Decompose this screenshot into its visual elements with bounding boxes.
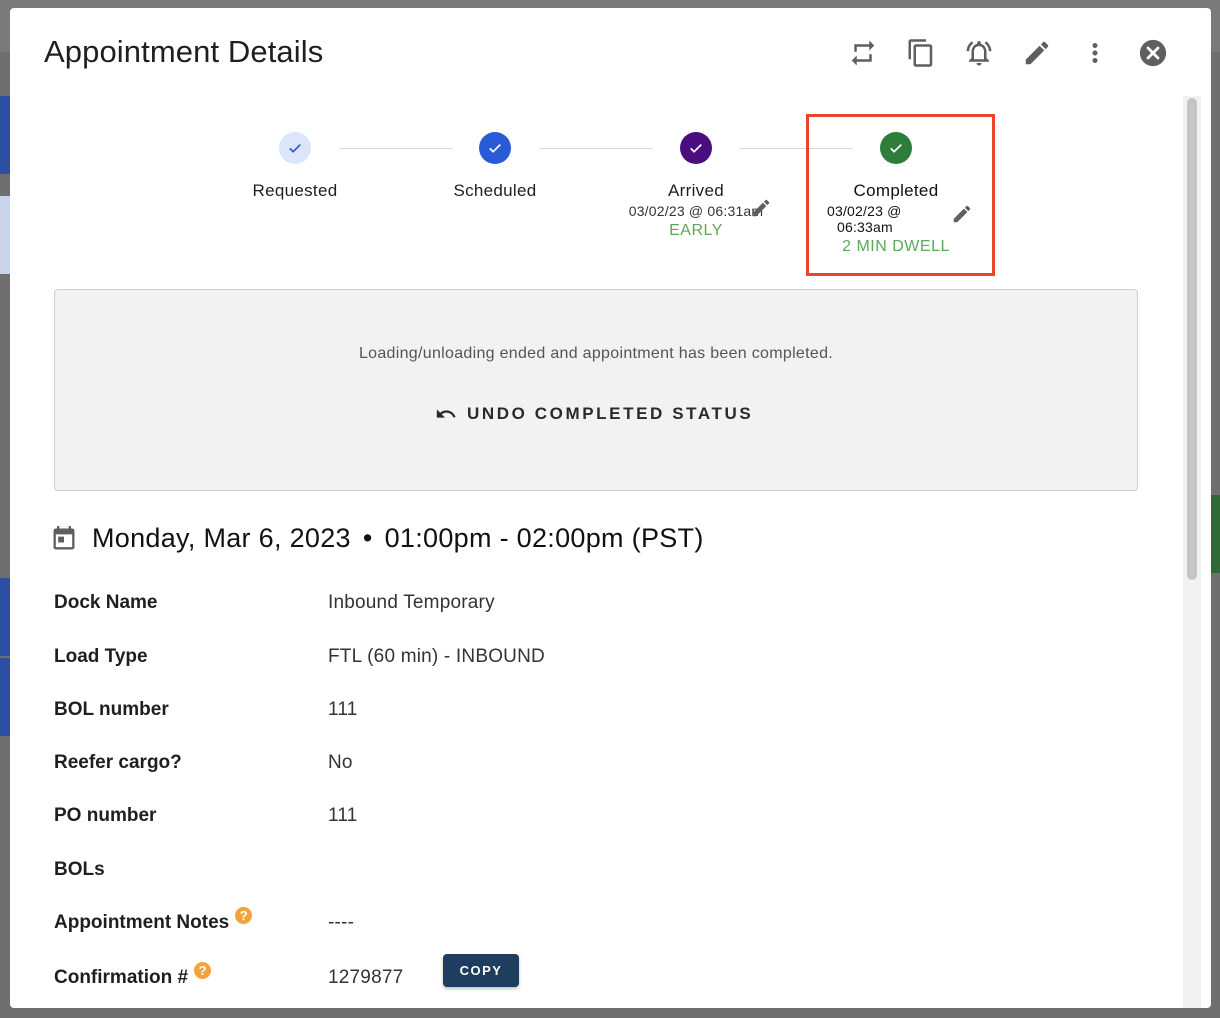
notification-bell-icon bbox=[966, 41, 992, 66]
step-arrived[interactable]: Arrived 03/02/23 @ 06:31am EARLY bbox=[591, 132, 801, 240]
detail-row-confirmation-number: Confirmation #? 1279877 COPY bbox=[54, 954, 1134, 997]
help-icon[interactable]: ? bbox=[235, 907, 253, 924]
detail-label: Confirmation # bbox=[54, 967, 189, 988]
notifications-button[interactable] bbox=[961, 35, 997, 71]
detail-value: FTL (60 min) - INBOUND bbox=[328, 646, 545, 667]
detail-row-po-number: PO number 111 bbox=[54, 805, 1134, 835]
detail-value: No bbox=[328, 752, 353, 773]
vertical-scrollbar[interactable] bbox=[1183, 96, 1201, 1008]
scrollbar-thumb[interactable] bbox=[1187, 98, 1197, 580]
more-vert-icon bbox=[1092, 43, 1098, 63]
duplicate-icon bbox=[908, 39, 933, 67]
help-icon[interactable]: ? bbox=[194, 962, 212, 979]
detail-row-appointment-notes: Appointment Notes? ---- bbox=[54, 907, 1134, 942]
completed-status-banner: Loading/unloading ended and appointment … bbox=[54, 289, 1138, 491]
check-icon bbox=[680, 132, 712, 164]
detail-row-reefer-cargo: Reefer cargo? No bbox=[54, 752, 1134, 782]
detail-label-wrap: Appointment Notes? bbox=[54, 907, 253, 934]
appointment-details-modal: Appointment Details Requested Scheduled … bbox=[10, 8, 1211, 1008]
datetime-separator: • bbox=[362, 523, 373, 553]
detail-value: 111 bbox=[328, 699, 358, 720]
check-icon bbox=[279, 132, 311, 164]
step-scheduled[interactable]: Scheduled bbox=[435, 132, 555, 201]
detail-row-load-type: Load Type FTL (60 min) - INBOUND bbox=[54, 646, 1134, 676]
reschedule-button[interactable] bbox=[845, 35, 881, 71]
detail-row-bols: BOLs bbox=[54, 859, 1134, 889]
detail-label: Load Type bbox=[54, 646, 148, 667]
appointment-time: 01:00pm - 02:00pm (PST) bbox=[384, 523, 704, 553]
step-label: Requested bbox=[252, 181, 338, 200]
completed-message: Loading/unloading ended and appointment … bbox=[358, 345, 834, 362]
detail-value: ---- bbox=[328, 912, 355, 933]
arrived-early-tag: EARLY bbox=[669, 222, 723, 239]
check-icon bbox=[479, 132, 511, 164]
detail-label: Appointment Notes bbox=[54, 912, 230, 933]
pencil-icon bbox=[752, 199, 770, 217]
edit-button[interactable] bbox=[1019, 35, 1055, 71]
background-event-block bbox=[1210, 495, 1220, 573]
detail-label: Dock Name bbox=[54, 592, 158, 613]
detail-value: 1279877 bbox=[328, 967, 404, 988]
detail-label: PO number bbox=[54, 805, 157, 826]
calendar-icon bbox=[53, 525, 75, 549]
close-circle-icon bbox=[1139, 39, 1167, 67]
detail-row-dock-name: Dock Name Inbound Temporary bbox=[54, 592, 1134, 622]
detail-value: Inbound Temporary bbox=[328, 592, 495, 613]
detail-label-wrap: Confirmation #? bbox=[54, 962, 212, 989]
edit-pencil-icon bbox=[1025, 41, 1049, 65]
highlight-annotation-box bbox=[806, 114, 995, 276]
detail-label: BOL number bbox=[54, 699, 169, 720]
modal-header-actions bbox=[823, 35, 1171, 71]
detail-label: Reefer cargo? bbox=[54, 752, 182, 773]
detail-label: BOLs bbox=[54, 859, 105, 880]
undo-completed-status-button[interactable]: UNDO COMPLETED STATUS bbox=[435, 403, 753, 425]
more-options-button[interactable] bbox=[1077, 35, 1113, 71]
close-button[interactable] bbox=[1135, 35, 1171, 71]
undo-button-label: UNDO COMPLETED STATUS bbox=[467, 404, 754, 423]
detail-value: 111 bbox=[328, 805, 358, 826]
edit-arrived-time-button[interactable] bbox=[750, 197, 772, 219]
step-requested[interactable]: Requested bbox=[235, 132, 355, 201]
copy-confirmation-button[interactable]: COPY bbox=[443, 954, 519, 987]
reschedule-icon bbox=[851, 40, 875, 66]
appointment-datetime: Monday, Mar 6, 2023 • 01:00pm - 02:00pm … bbox=[50, 523, 704, 554]
step-label: Scheduled bbox=[453, 181, 537, 200]
appointment-date: Monday, Mar 6, 2023 bbox=[92, 523, 351, 553]
detail-row-bol-number: BOL number 111 bbox=[54, 699, 1134, 729]
duplicate-button[interactable] bbox=[903, 35, 939, 71]
undo-icon bbox=[436, 409, 456, 418]
modal-title: Appointment Details bbox=[44, 34, 324, 69]
